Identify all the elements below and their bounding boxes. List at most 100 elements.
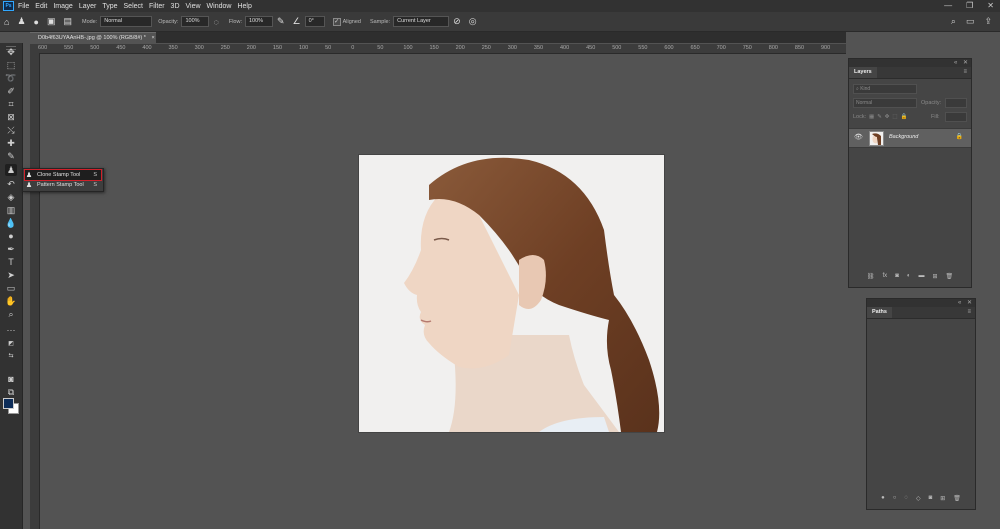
make-path-icon[interactable]: ◇	[916, 495, 921, 505]
history-brush-tool-icon[interactable]: ↶	[5, 178, 17, 190]
clone-stamp-tool-menu-item[interactable]: ♟ Clone Stamp Tool S	[24, 169, 102, 181]
move-tool-icon[interactable]: ✥	[5, 46, 17, 58]
pen-tool-icon[interactable]: ✒	[5, 243, 17, 255]
load-selection-icon[interactable]: ◌	[904, 495, 908, 505]
brush-preset-icon[interactable]: ●	[34, 17, 39, 27]
adjustment-layer-icon[interactable]: ◐	[907, 273, 911, 283]
add-vector-mask-icon[interactable]: ◙	[929, 495, 933, 505]
menu-3d[interactable]: 3D	[171, 3, 180, 10]
sample-select[interactable]: Current Layer	[393, 16, 450, 27]
menu-file[interactable]: File	[18, 3, 29, 10]
menu-image[interactable]: Image	[53, 3, 72, 10]
quick-mask-icon[interactable]: ◙	[5, 373, 17, 385]
paths-panel-menu-icon[interactable]: ≡	[967, 309, 971, 315]
ignore-adjustment-icon[interactable]: ⊘	[453, 16, 461, 27]
document-tab[interactable]: D0b4f63UYAAnHB-.jpg @ 100% (RGB/8#) * ×	[30, 32, 156, 44]
mode-select[interactable]: Normal	[100, 16, 153, 27]
lasso-tool-icon[interactable]: ➰	[5, 72, 17, 84]
aligned-checkbox[interactable]: ✓	[332, 17, 341, 26]
ruler-tick-label: 850	[794, 45, 805, 51]
healing-brush-tool-icon[interactable]: ✚	[5, 137, 17, 149]
tab-layers[interactable]: Layers	[849, 67, 877, 78]
menu-type[interactable]: Type	[102, 3, 117, 10]
layer-fill-field[interactable]	[945, 112, 967, 122]
minimize-icon[interactable]: —	[944, 1, 952, 10]
new-path-icon[interactable]: ⊞	[940, 495, 945, 505]
path-selection-tool-icon[interactable]: ➤	[5, 269, 17, 281]
stroke-path-icon[interactable]: ○	[893, 495, 897, 505]
menu-layer[interactable]: Layer	[79, 3, 97, 10]
menu-window[interactable]: Window	[207, 3, 232, 10]
type-tool-icon[interactable]: T	[5, 256, 17, 268]
menu-help[interactable]: Help	[237, 3, 251, 10]
clone-source-icon[interactable]: ▤	[63, 16, 72, 27]
close-tab-icon[interactable]: ×	[151, 35, 154, 41]
dodge-tool-icon[interactable]: ●	[5, 230, 17, 242]
menu-view[interactable]: View	[186, 3, 201, 10]
workspace-icon[interactable]: ▭	[966, 16, 975, 27]
screen-mode-icon[interactable]: ⧉	[5, 386, 17, 398]
delete-path-icon[interactable]: 🗑	[953, 495, 961, 505]
new-layer-icon[interactable]: ⊞	[932, 273, 937, 283]
blend-mode-select[interactable]: Normal	[853, 98, 917, 108]
close-window-icon[interactable]: ✕	[987, 1, 994, 10]
quick-selection-tool-icon[interactable]: ✐	[5, 85, 17, 97]
opacity-pressure-icon[interactable]: ◌	[213, 17, 218, 27]
close-paths-panel-icon[interactable]: ✕	[967, 300, 972, 306]
menu-filter[interactable]: Filter	[149, 3, 165, 10]
pattern-stamp-tool-menu-item[interactable]: ♟ Pattern Stamp Tool S	[25, 180, 101, 190]
ruler-tick-label: 550	[64, 45, 74, 51]
layer-row-background[interactable]: 👁 Background 🔒	[849, 128, 971, 148]
link-layers-icon[interactable]: ⛓	[867, 273, 875, 283]
rectangle-tool-icon[interactable]: ▭	[5, 282, 17, 294]
document-canvas-image[interactable]	[359, 155, 664, 432]
pressure-size-icon[interactable]: ◎	[469, 16, 477, 27]
airbrush-icon[interactable]: ✎	[277, 16, 285, 27]
flow-field[interactable]: 100%	[244, 16, 273, 27]
ruler-tick-label: 200	[246, 45, 256, 51]
add-mask-icon[interactable]: ◙	[895, 273, 899, 283]
layer-lock-icon[interactable]: 🔒	[956, 133, 963, 140]
zoom-tool-icon[interactable]: ⌕	[5, 308, 17, 320]
clone-stamp-tool-icon[interactable]: ♟	[5, 164, 17, 176]
angle-field[interactable]: 0°	[304, 16, 325, 27]
marquee-tool-icon[interactable]: ⬚	[5, 59, 17, 71]
brush-tool-icon[interactable]: ✎	[5, 150, 17, 162]
flow-label: Flow:	[228, 18, 242, 25]
new-group-icon[interactable]: ▬	[918, 273, 924, 283]
delete-layer-icon[interactable]: 🗑	[945, 273, 953, 283]
frame-tool-icon[interactable]: ⊠	[5, 111, 17, 123]
menu-select[interactable]: Select	[124, 3, 143, 10]
tab-paths[interactable]: Paths	[867, 307, 892, 318]
eyedropper-tool-icon[interactable]: ⤯	[5, 124, 17, 136]
clone-stamp-preset-icon[interactable]: ♟	[17, 16, 25, 27]
lock-options-icons[interactable]: ▦✎✥⬚🔒	[869, 114, 924, 123]
foreground-color-swatch[interactable]	[3, 398, 14, 409]
fill-path-icon[interactable]: ●	[881, 495, 885, 505]
opacity-field[interactable]: 100%	[181, 16, 210, 27]
restore-icon[interactable]: ❐	[966, 1, 973, 10]
share-icon[interactable]: ⇪	[984, 16, 992, 27]
layer-thumbnail	[869, 131, 884, 146]
crop-tool-icon[interactable]: ⌗	[5, 98, 17, 110]
layer-style-icon[interactable]: fx	[883, 273, 888, 283]
home-icon[interactable]: ⌂	[4, 17, 9, 27]
visibility-eye-icon[interactable]: 👁	[854, 133, 863, 141]
default-colors-icon[interactable]: ◩ ⇆	[5, 338, 17, 359]
blur-tool-icon[interactable]: 💧	[5, 217, 17, 229]
layer-opacity-field[interactable]	[945, 98, 967, 108]
eraser-tool-icon[interactable]: ◈	[5, 191, 17, 203]
collapse-panel-icon[interactable]: «	[954, 60, 957, 66]
gradient-tool-icon[interactable]: ▥	[5, 204, 17, 216]
search-icon[interactable]: ⌕	[951, 16, 956, 27]
brush-settings-icon[interactable]: ▣	[47, 16, 56, 27]
collapse-paths-panel-icon[interactable]: «	[958, 300, 961, 306]
hand-tool-icon[interactable]: ✋	[5, 295, 17, 307]
close-panel-icon[interactable]: ✕	[963, 60, 968, 66]
panel-menu-icon[interactable]: ≡	[963, 69, 967, 75]
menu-edit[interactable]: Edit	[35, 3, 47, 10]
layer-filter-input[interactable]: ⌕ Kind	[853, 84, 917, 94]
lock-label: Lock:	[853, 114, 867, 120]
portrait-photo	[359, 155, 664, 432]
edit-toolbar-icon[interactable]: ···	[5, 324, 17, 336]
